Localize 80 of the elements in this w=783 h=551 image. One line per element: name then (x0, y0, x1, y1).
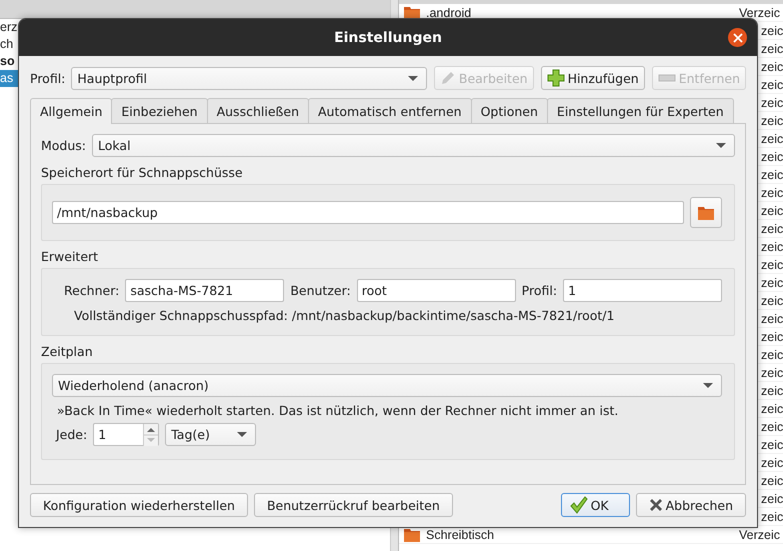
path-field[interactable]: /mnt/nasbackup (52, 201, 684, 224)
spin-arrows-icon (143, 424, 158, 446)
check-icon (570, 496, 588, 514)
tab[interactable]: Automatisch entfernen (308, 98, 472, 123)
file-type: zeic (761, 474, 783, 488)
file-type: zeic (761, 132, 783, 146)
file-type: zeic (761, 186, 783, 200)
section-title: Zeitplan (41, 344, 94, 359)
file-type: zeic (761, 276, 783, 290)
toolbar-button[interactable]: Hinzufügen (540, 66, 645, 90)
section-title: Speicherort für Schnappschüsse (41, 165, 244, 180)
profile-dropdown[interactable]: Hauptprofil (71, 66, 427, 90)
minus-icon (658, 74, 676, 82)
dialog-button[interactable]: OK (560, 493, 630, 517)
field-label: Profil: (522, 283, 558, 298)
file-type: Verzeic (739, 528, 780, 542)
caret-icon (703, 383, 713, 388)
file-type: zeic (761, 294, 783, 308)
caret-icon (408, 76, 418, 80)
every-label: Jede: (56, 427, 88, 442)
close-icon (648, 498, 663, 512)
file-type: zeic (761, 366, 783, 380)
file-type: zeic (761, 420, 783, 434)
profile-label: Profil: (30, 70, 66, 86)
file-type: zeic (761, 456, 783, 470)
file-type: Verzeic (739, 6, 780, 20)
browse-button[interactable] (690, 197, 722, 228)
unit-dropdown[interactable]: Tag(e) (165, 423, 256, 446)
file-type: zeic (761, 492, 783, 506)
file-type: zeic (761, 204, 783, 218)
field-label: Benutzer: (290, 283, 351, 298)
caret-icon (716, 143, 726, 148)
field-label: Rechner: (64, 283, 120, 298)
close-icon (732, 32, 742, 42)
schedule-dropdown[interactable]: Wiederholend (anacron) (52, 374, 722, 397)
file-type: zeic (761, 78, 783, 92)
file-type: zeic (761, 312, 783, 326)
schedule-note: »Back In Time« wiederholt starten. Das ist nützlich, wenn der Rechner nicht immer an ist. (56, 402, 620, 420)
tab[interactable]: Ausschließen (206, 98, 309, 123)
input-field[interactable]: 1 (563, 279, 722, 302)
file-type: zeic (761, 222, 783, 236)
file-type: zeic (761, 348, 783, 362)
pencil-icon (440, 70, 456, 86)
file-type: zeic (761, 60, 783, 74)
spin-box[interactable]: 1 (93, 423, 160, 446)
file-type: zeic (761, 150, 783, 164)
footer-button[interactable]: Benutzerrückruf bearbeiten (254, 493, 453, 517)
caret-icon (237, 432, 248, 437)
mode-dropdown[interactable]: Lokal (92, 134, 735, 157)
window-title: Einstellungen (334, 30, 442, 46)
plus-icon (546, 69, 565, 87)
file-type: zeic (761, 510, 783, 524)
file-name[interactable]: Schreibtisch (426, 528, 494, 542)
file-type: zeic (761, 96, 783, 110)
tab[interactable]: Einstellungen für Experten (546, 98, 734, 123)
file-type: zeic (761, 240, 783, 254)
file-type: zeic (761, 114, 783, 128)
tab[interactable]: Optionen (470, 98, 548, 123)
file-type: zeic (761, 24, 783, 38)
input-field[interactable]: sascha-MS-7821 (125, 279, 284, 302)
file-type: zeic (761, 402, 783, 416)
file-name[interactable]: .android (426, 6, 472, 20)
file-type: zeic (761, 438, 783, 452)
snapshot-path-text: Vollständiger Schnappschusspfad: /mnt/nasbackup/backintime/sascha-MS-7821/root/1 (73, 308, 616, 323)
file-type: zeic (761, 330, 783, 344)
footer-button[interactable]: Konfiguration wiederherstellen (30, 493, 248, 517)
tab[interactable]: Allgemein (30, 98, 112, 124)
close-button[interactable] (728, 28, 747, 47)
file-type: zeic (761, 384, 783, 398)
folder-icon (404, 528, 420, 542)
file-type: zeic (761, 258, 783, 272)
file-type: zeic (761, 42, 783, 56)
mode-label: Modus: (41, 138, 86, 153)
tab[interactable]: Einbeziehen (111, 98, 208, 123)
file-type: zeic (761, 168, 783, 182)
section-title: Erweitert (41, 249, 100, 264)
folder-icon (404, 6, 420, 20)
folder-icon (698, 206, 714, 220)
input-field[interactable]: root (356, 279, 516, 302)
dialog-button[interactable]: Abbrechen (636, 493, 746, 517)
